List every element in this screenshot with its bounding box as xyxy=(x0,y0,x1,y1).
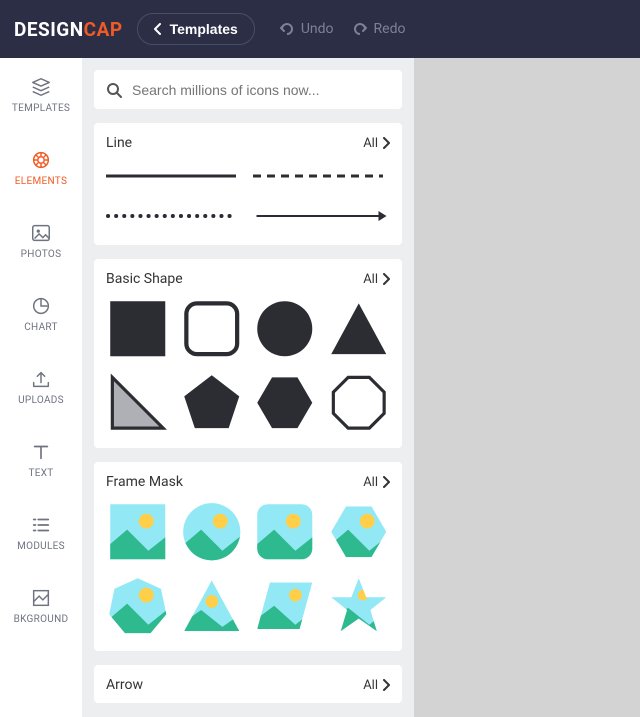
templates-button[interactable]: Templates xyxy=(137,13,255,45)
chevron-right-icon xyxy=(382,137,390,149)
search-icon xyxy=(106,82,122,98)
sidebar-label: PHOTOS xyxy=(21,249,62,260)
canvas-area[interactable] xyxy=(414,58,640,717)
modules-icon xyxy=(30,514,52,536)
frame-triangle[interactable] xyxy=(180,574,244,638)
sidebar-item-chart[interactable]: CHART xyxy=(0,277,82,350)
sidebar-label: MODULES xyxy=(17,541,65,552)
section-all-link[interactable]: All xyxy=(363,475,390,490)
text-icon xyxy=(30,441,52,463)
shape-square[interactable] xyxy=(106,297,170,361)
sidebar-label: UPLOADS xyxy=(18,395,64,406)
all-label: All xyxy=(363,678,378,693)
section-title: Frame Mask xyxy=(106,474,183,490)
sidebar-item-photos[interactable]: PHOTOS xyxy=(0,204,82,277)
templates-icon xyxy=(30,76,52,98)
undo-button[interactable]: Undo xyxy=(279,21,334,37)
section-title: Basic Shape xyxy=(106,271,183,287)
sidebar-label: ELEMENTS xyxy=(15,176,67,187)
sidebar-item-bkground[interactable]: BKGROUND xyxy=(0,569,82,642)
photos-icon xyxy=(30,222,52,244)
sidebar-label: BKGROUND xyxy=(14,614,69,625)
sidebar-label: TEMPLATES xyxy=(12,103,70,114)
section-all-link[interactable]: All xyxy=(363,678,390,693)
section-line: Line All xyxy=(94,123,402,245)
redo-button[interactable]: Redo xyxy=(352,21,406,37)
uploads-icon xyxy=(30,368,52,390)
bkground-icon xyxy=(30,587,52,609)
section-frame-mask: Frame Mask All xyxy=(94,462,402,651)
line-dotted[interactable] xyxy=(106,201,243,231)
section-arrow: Arrow All xyxy=(94,665,402,703)
frame-parallelogram[interactable] xyxy=(253,574,317,638)
shape-hexagon[interactable] xyxy=(253,371,317,435)
elements-icon xyxy=(30,149,52,171)
section-basic-shape: Basic Shape All xyxy=(94,259,402,448)
search-bar[interactable] xyxy=(94,70,402,109)
frame-star[interactable] xyxy=(327,574,391,638)
left-sidebar: TEMPLATES ELEMENTS PHOTOS CHART UPLOADS … xyxy=(0,58,82,717)
search-input[interactable] xyxy=(132,82,390,98)
section-all-link[interactable]: All xyxy=(363,136,390,151)
section-title: Arrow xyxy=(106,677,143,693)
logo-text-1: DESIGN xyxy=(14,18,84,41)
sidebar-item-text[interactable]: TEXT xyxy=(0,423,82,496)
redo-icon xyxy=(352,21,368,37)
sidebar-label: CHART xyxy=(24,322,58,333)
all-label: All xyxy=(363,272,378,287)
logo: DESIGNCAP xyxy=(14,18,123,41)
chevron-right-icon xyxy=(382,679,390,691)
frame-circle[interactable] xyxy=(180,500,244,564)
chevron-left-icon xyxy=(154,23,162,35)
templates-label: Templates xyxy=(170,21,238,37)
all-label: All xyxy=(363,475,378,490)
redo-label: Redo xyxy=(374,21,406,37)
shape-right-triangle[interactable] xyxy=(106,371,170,435)
frame-square[interactable] xyxy=(106,500,170,564)
line-solid[interactable] xyxy=(106,161,243,191)
undo-icon xyxy=(279,21,295,37)
undo-redo-group: Undo Redo xyxy=(279,21,424,37)
sidebar-label: TEXT xyxy=(28,468,53,479)
shape-circle[interactable] xyxy=(253,297,317,361)
chart-icon xyxy=(30,295,52,317)
frame-hexagon[interactable] xyxy=(327,500,391,564)
sidebar-item-templates[interactable]: TEMPLATES xyxy=(0,58,82,131)
chevron-right-icon xyxy=(382,476,390,488)
line-arrow[interactable] xyxy=(253,201,390,231)
section-all-link[interactable]: All xyxy=(363,272,390,287)
frame-heptagon[interactable] xyxy=(106,574,170,638)
chevron-right-icon xyxy=(382,273,390,285)
shape-rounded-square[interactable] xyxy=(180,297,244,361)
frame-rounded[interactable] xyxy=(253,500,317,564)
sidebar-item-modules[interactable]: MODULES xyxy=(0,496,82,569)
topbar: DESIGNCAP Templates Undo Redo xyxy=(0,0,640,58)
shape-triangle[interactable] xyxy=(327,297,391,361)
shape-octagon[interactable] xyxy=(327,371,391,435)
sidebar-item-elements[interactable]: ELEMENTS xyxy=(0,131,82,204)
elements-panel[interactable]: Line All Basic Shape xyxy=(82,58,414,717)
undo-label: Undo xyxy=(301,21,334,37)
shape-pentagon[interactable] xyxy=(180,371,244,435)
all-label: All xyxy=(363,136,378,151)
logo-text-2: CAP xyxy=(84,18,123,41)
section-title: Line xyxy=(106,135,132,151)
line-dashed[interactable] xyxy=(253,161,390,191)
sidebar-item-uploads[interactable]: UPLOADS xyxy=(0,350,82,423)
